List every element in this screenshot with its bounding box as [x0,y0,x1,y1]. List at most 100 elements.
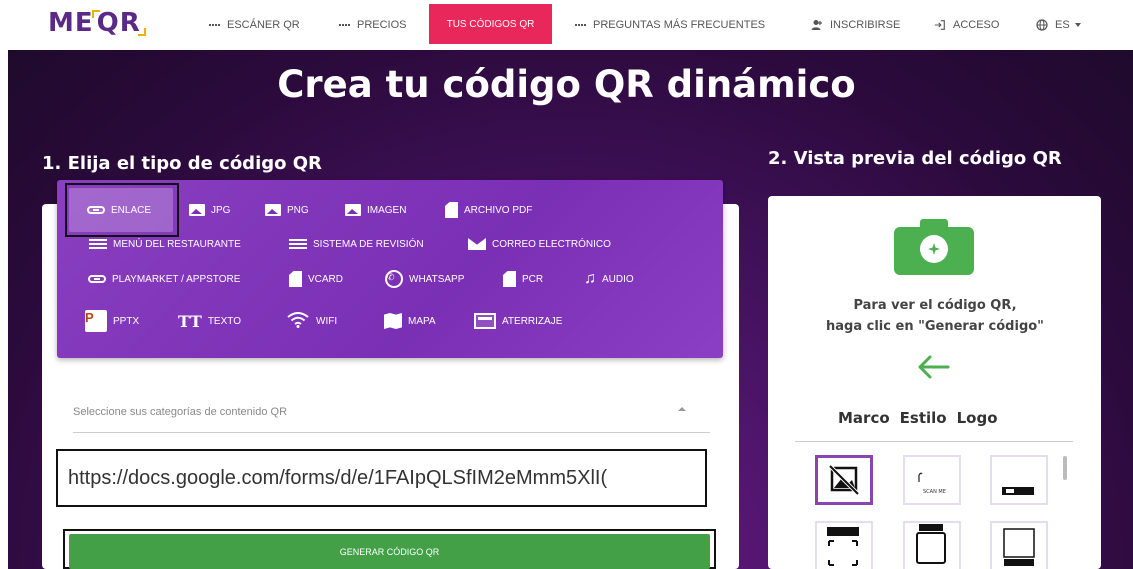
url-input-wrapper [56,449,707,507]
user-add-icon [811,19,823,31]
nav-faq-label: PREGUNTAS MÁS FRECUENTES [593,19,766,31]
arrow-left-icon [915,354,951,380]
type-pptx[interactable]: P PPTX [85,310,140,332]
top-nav: ME QR ESCÁNER QR PRECIOS TUS CÓDIGOS QR P… [0,0,1133,50]
svg-text:SCAN ME: SCAN ME [923,489,946,495]
file-icon [445,202,458,218]
nav-your-codes[interactable]: TUS CÓDIGOS QR [429,4,552,44]
nav-scanner-label: ESCÁNER QR [227,19,300,31]
login-icon [934,19,946,31]
tab-logo[interactable]: Logo [957,409,998,427]
type-text[interactable]: Tт TEXTO [178,311,241,331]
image-icon [189,204,205,216]
powerpoint-icon: P [85,310,107,332]
menu-icon [89,239,107,249]
language-selector[interactable]: ES [1036,14,1081,36]
type-app-store[interactable]: PLAYMARKET / APPSTORE [88,269,240,289]
type-png[interactable]: PNG [265,200,309,220]
preview-hint-line2: haga clic en "Generar código" [826,319,1044,334]
url-input[interactable] [58,451,705,505]
type-pdf[interactable]: ARCHIVO PDF [445,200,532,220]
type-wifi[interactable]: WIFI [286,311,337,331]
frame-preview-icon: SCAN ME [918,472,946,495]
frame-preview-icon [1003,528,1035,566]
nav-pricing-label: PRECIOS [357,19,407,31]
frame-option-scan-me-5[interactable] [990,521,1048,569]
nav-pricing[interactable]: PRECIOS [338,14,407,36]
type-audio[interactable]: ♫ AUDIO [584,269,634,289]
frame-preview-icon [827,527,859,566]
type-pcr[interactable]: PCR [503,269,543,289]
type-landing-label: ATERRIZAJE [502,315,563,327]
frame-option-none[interactable] [815,455,873,505]
type-restaurant-menu[interactable]: MENÚ DEL RESTAURANTE [89,234,241,254]
logo[interactable]: ME QR [48,8,144,38]
type-png-label: PNG [287,204,309,216]
page-title: Crea tu código QR dinámico [277,63,856,106]
preview-hint-line1: Para ver el código QR, [853,298,1017,313]
type-pptx-label: PPTX [113,315,140,327]
no-image-icon [828,464,860,496]
whatsapp-icon: ✆ [385,270,403,288]
category-select[interactable]: Seleccione sus categorías de contenido Q… [73,398,710,433]
frame-option-scan-me-1[interactable]: SCAN ME [903,455,961,505]
generate-qr-button[interactable]: GENERAR CÓDIGO QR [69,534,710,569]
type-wifi-label: WIFI [316,315,338,327]
nav-signup-label: INSCRIBIRSE [830,19,901,31]
type-jpg[interactable]: JPG [189,200,230,220]
nav-scanner[interactable]: ESCÁNER QR [208,14,300,36]
frame-option-scan-me-4[interactable] [903,521,961,569]
nav-faq[interactable]: PREGUNTAS MÁS FRECUENTES [574,14,765,36]
type-text-label: TEXTO [207,315,241,327]
type-email[interactable]: CORREO ELECTRÓNICO [468,234,611,254]
type-review-system-label: SISTEMA DE REVISIÓN [313,238,424,250]
tabs-divider [795,441,1073,442]
camera-icon [894,217,974,275]
type-vcard[interactable]: VCARD [289,269,343,289]
frame-preview-icon [1002,487,1034,495]
preview-tabs: Marco Estilo Logo [838,409,1008,427]
frame-option-scan-me-3[interactable] [815,521,873,569]
image-icon [265,204,281,216]
type-whatsapp-label: WHATSAPP [409,273,465,285]
map-icon [384,313,402,329]
type-restaurant-menu-label: MENÚ DEL RESTAURANTE [113,238,241,250]
type-review-system[interactable]: SISTEMA DE REVISIÓN [289,234,424,254]
tab-style[interactable]: Estilo [900,409,947,427]
type-map[interactable]: MAPA [384,311,436,331]
frame-preview-icon [916,524,946,564]
image-icon [345,204,361,216]
chevron-down-icon [1074,23,1081,27]
price-grid-icon [338,19,350,31]
globe-icon [1036,19,1048,31]
type-app-store-label: PLAYMARKET / APPSTORE [112,273,241,285]
type-email-label: CORREO ELECTRÓNICO [492,238,611,250]
step2-heading: 2. Vista previa del código QR [768,148,1062,169]
nav-your-codes-label: TUS CÓDIGOS QR [446,18,535,30]
type-jpg-label: JPG [211,204,231,216]
nav-login-label: ACCESO [953,19,1000,31]
type-landing[interactable]: ATERRIZAJE [474,311,562,331]
type-vcard-label: VCARD [308,273,344,285]
category-select-placeholder: Seleccione sus categorías de contenido Q… [73,406,288,418]
type-map-label: MAPA [408,315,436,327]
link-icon [88,275,106,283]
frame-option-scan-me-2[interactable] [990,455,1048,505]
type-image-label: IMAGEN [367,204,407,216]
type-whatsapp[interactable]: ✆ WHATSAPP [385,269,464,289]
type-audio-label: AUDIO [602,273,634,285]
type-pcr-label: PCR [522,273,544,285]
qr-grid-icon [574,19,586,31]
nav-signup[interactable]: INSCRIBIRSE [811,14,900,36]
preview-hint: Para ver el código QR, haga clic en "Gen… [800,295,1070,337]
tab-frame[interactable]: Marco [838,409,890,427]
language-label: ES [1055,19,1070,31]
frames-scrollbar[interactable] [1063,456,1067,480]
text-icon: Tт [178,311,202,331]
mail-icon [468,238,486,250]
type-image[interactable]: IMAGEN [345,200,406,220]
nav-login[interactable]: ACCESO [934,14,999,36]
file-icon [503,271,516,287]
file-icon [289,271,302,287]
landing-icon [474,313,496,329]
